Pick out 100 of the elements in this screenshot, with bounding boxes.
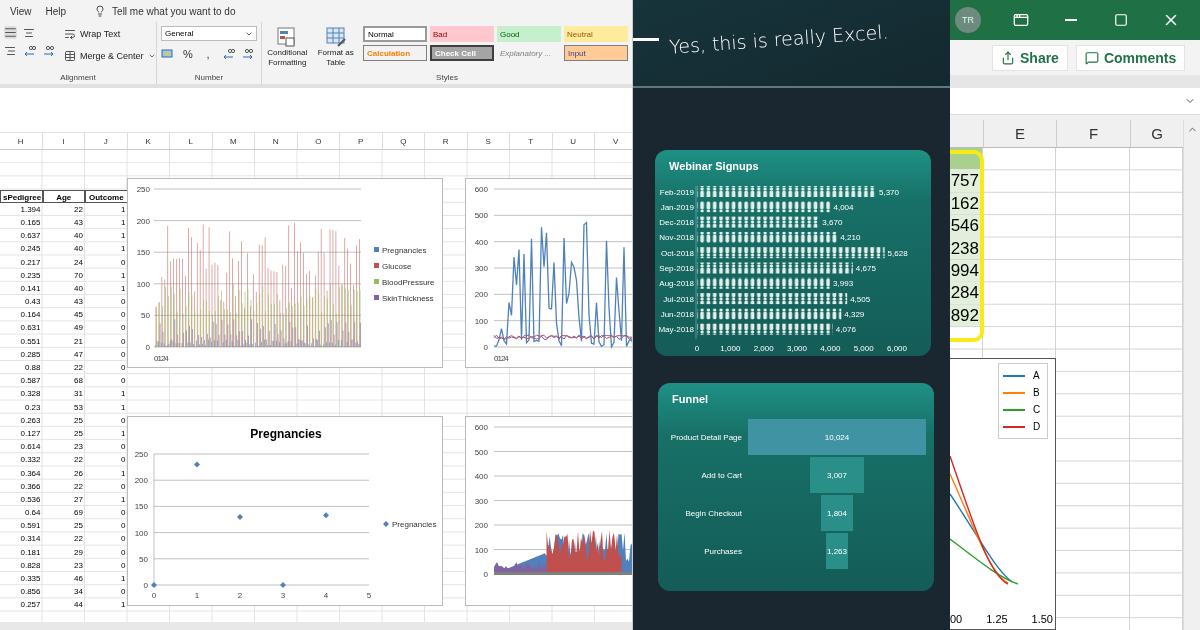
maximize-icon bbox=[1114, 13, 1128, 27]
cell-style[interactable]: Bad bbox=[430, 26, 494, 42]
axis-label: Oct-2018 bbox=[661, 248, 694, 258]
table-cell-text: 22 bbox=[73, 480, 84, 493]
conditional-formatting-button[interactable]: Conditional Formatting bbox=[266, 26, 309, 72]
column-header[interactable]: F bbox=[1056, 120, 1130, 147]
data-label: 4,505 bbox=[850, 294, 871, 304]
align-right-icon[interactable] bbox=[4, 45, 16, 57]
cell-style[interactable]: Neutral bbox=[564, 26, 628, 42]
table-cell-text: 21 bbox=[73, 335, 84, 348]
column-header[interactable]: R bbox=[425, 133, 468, 149]
axis-label: 200 bbox=[134, 476, 148, 486]
scroll-bar[interactable] bbox=[1183, 120, 1200, 630]
window-icon bbox=[1013, 12, 1029, 28]
axis-label: 0124 bbox=[154, 354, 168, 363]
axis-label: 250 bbox=[136, 185, 150, 194]
axis-label: 0124 bbox=[494, 354, 508, 363]
table-icon bbox=[64, 50, 76, 62]
scroll-bar[interactable] bbox=[0, 622, 632, 630]
axis-label: 5,000 bbox=[853, 344, 874, 353]
card-title: Webinar Signups bbox=[668, 159, 760, 174]
table-cell-text: 0 bbox=[120, 441, 127, 454]
funnel-bar: 1,263 bbox=[825, 533, 849, 569]
table-cell-text: 1 bbox=[120, 203, 127, 216]
column-header[interactable]: L bbox=[170, 133, 213, 149]
orientation-icon[interactable] bbox=[23, 26, 35, 39]
table-cell: 994 bbox=[950, 259, 982, 282]
table-cell-text: 0.165 bbox=[19, 216, 42, 229]
column-header[interactable]: U bbox=[552, 133, 595, 149]
table-cell-text: 22 bbox=[73, 454, 84, 467]
table-cell-text: 27 bbox=[73, 493, 84, 506]
column-header[interactable]: P bbox=[340, 133, 383, 149]
comments-button[interactable]: Comments bbox=[1075, 44, 1186, 71]
table-cell-text: 0.637 bbox=[19, 230, 42, 243]
column-header[interactable]: H bbox=[0, 133, 43, 149]
table-header: sPedigree bbox=[0, 189, 43, 203]
format-as-table-button[interactable]: Format as Table bbox=[314, 26, 357, 72]
data-label: 3,670 bbox=[822, 218, 843, 228]
table-cell-text: 0.328 bbox=[19, 388, 42, 401]
table-cell-text: 0 bbox=[120, 335, 127, 348]
column-header[interactable]: Q bbox=[382, 133, 425, 149]
cell-style[interactable]: Good bbox=[497, 26, 561, 42]
data-label: 4,675 bbox=[855, 264, 876, 273]
column-header[interactable]: M bbox=[212, 133, 255, 149]
table-header: Age bbox=[42, 189, 85, 203]
table-cell-text: 22 bbox=[73, 203, 84, 216]
user-avatar[interactable]: TR bbox=[955, 7, 981, 33]
currency-icon[interactable] bbox=[161, 48, 175, 60]
cell-style[interactable]: Explanatory ... bbox=[497, 45, 561, 61]
table-cell-text: 0 bbox=[120, 559, 127, 572]
axis-label: 200 bbox=[474, 521, 488, 530]
table-cell-text: 0.217 bbox=[19, 256, 42, 269]
table-cell-text: 1 bbox=[120, 216, 127, 229]
table-cell-text: 0 bbox=[120, 414, 127, 427]
axis-label: 4,000 bbox=[820, 344, 841, 353]
number-format-dropdown[interactable]: General bbox=[161, 26, 257, 41]
comma-style-button[interactable]: , bbox=[201, 47, 215, 61]
table-cell-text: 25 bbox=[73, 414, 84, 427]
wrap-text-button[interactable]: Wrap Text bbox=[62, 26, 158, 42]
column-header[interactable]: N bbox=[255, 133, 298, 149]
column-header[interactable]: T bbox=[510, 133, 553, 149]
menu-item[interactable]: View bbox=[10, 5, 32, 17]
indent-decrease-icon[interactable] bbox=[22, 45, 36, 57]
column-header[interactable]: E bbox=[983, 120, 1056, 147]
menu-item[interactable]: Help bbox=[45, 5, 67, 17]
column-header[interactable]: O bbox=[297, 133, 340, 149]
axis-label: 50 bbox=[139, 554, 148, 564]
decimal-decrease-icon[interactable] bbox=[241, 48, 255, 60]
table-cell-text: 0.141 bbox=[19, 282, 42, 295]
table-cell-text: 24 bbox=[73, 256, 84, 269]
table-cell-text: 0.591 bbox=[19, 520, 42, 533]
table-cell-text: 29 bbox=[73, 546, 84, 559]
column-header[interactable]: S bbox=[467, 133, 510, 149]
column-header[interactable]: K bbox=[127, 133, 170, 149]
table-cell-text: 40 bbox=[73, 282, 84, 295]
column-header[interactable]: I bbox=[42, 133, 85, 149]
column-header[interactable]: J bbox=[85, 133, 128, 149]
table-cell-text: 25 bbox=[73, 520, 84, 533]
cell-style[interactable]: Normal bbox=[363, 26, 427, 42]
tell-me-field[interactable]: Tell me what you want to do bbox=[112, 5, 236, 17]
axis-label: 1 bbox=[194, 591, 200, 600]
table-cell-text: 31 bbox=[73, 388, 84, 401]
axis-label: Sep-2018 bbox=[659, 264, 694, 273]
align-middle-icon[interactable] bbox=[4, 26, 17, 39]
legend-label: C bbox=[1033, 404, 1041, 415]
merge-center-button[interactable]: Merge & Center bbox=[62, 48, 158, 64]
cell-style[interactable]: Input bbox=[564, 45, 628, 61]
data-point bbox=[151, 582, 157, 588]
indent-increase-icon[interactable] bbox=[42, 45, 56, 57]
table-cell-text: 46 bbox=[73, 573, 84, 586]
table-cell-text: 1 bbox=[120, 243, 127, 256]
card-title: Funnel bbox=[671, 392, 710, 407]
decimal-increase-icon[interactable] bbox=[221, 48, 235, 60]
axis-label: Jun-2018 bbox=[660, 309, 694, 319]
table-cell-text: 45 bbox=[73, 309, 84, 322]
table-cell-text: 0 bbox=[120, 454, 127, 467]
share-button[interactable]: Share bbox=[992, 44, 1068, 71]
table-cell-text: 23 bbox=[73, 559, 84, 572]
percent-button[interactable]: % bbox=[181, 47, 195, 61]
table-cell-text: 0.551 bbox=[19, 335, 42, 348]
